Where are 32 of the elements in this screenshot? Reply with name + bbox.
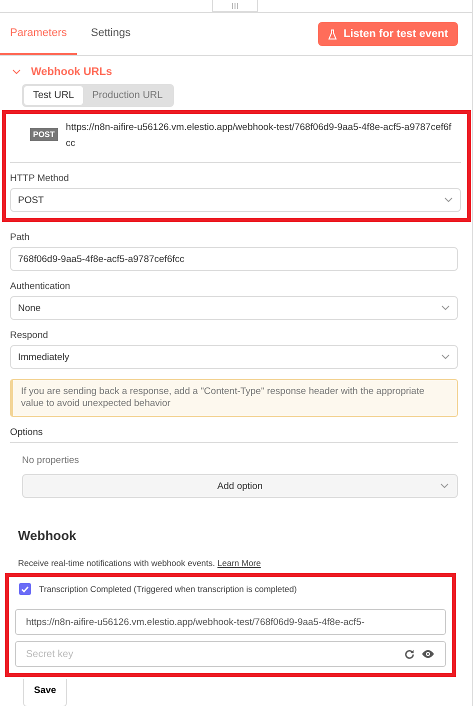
field-label: Respond — [10, 330, 50, 341]
field-label: Path — [10, 232, 31, 243]
chevron-down-icon — [441, 305, 450, 311]
learn-more-link[interactable]: Learn More — [217, 558, 261, 568]
chevron-down-icon — [440, 483, 449, 489]
notice: If you are sending back a response, add a "Content-Type" response header with the appropriate value to avoid unexpected behavior — [10, 379, 458, 417]
url-field[interactable]: https://n8n-aifire-u56126.vm.elestio.app/webhook-test/768f06d9-9aa5-4f8e-acf5- — [15, 609, 446, 635]
select-field[interactable]: Immediately — [10, 345, 458, 369]
refresh-icon[interactable] — [404, 648, 415, 660]
checkbox[interactable] — [19, 583, 31, 595]
url-tab[interactable]: Test URL — [24, 86, 84, 105]
flask-icon — [328, 28, 338, 40]
chevron-icon — [12, 69, 21, 75]
method-badge: POST — [30, 128, 58, 141]
webhook-description: Receive real-time notifications with webhook events. Learn More — [18, 558, 262, 568]
field-label: Authentication — [10, 281, 72, 292]
chevron-down-icon — [444, 197, 453, 203]
eye-icon[interactable] — [421, 649, 435, 659]
select-field[interactable]: POST — [10, 188, 461, 212]
input-field[interactable]: 768f06d9-9aa5-4f8e-acf5-a9787cef6fcc — [10, 247, 458, 271]
add-option-button[interactable]: Add option — [22, 474, 458, 498]
options-label: Options — [10, 427, 458, 443]
tab[interactable]: Settings — [80, 13, 141, 55]
field-label: HTTP Method — [10, 173, 70, 184]
drag-handle-icon[interactable] — [231, 2, 239, 8]
event-label: Transcription Completed (Triggered when transcription is completed) — [39, 584, 297, 594]
select-field[interactable]: None — [10, 296, 458, 320]
save-button[interactable]: Save — [23, 679, 68, 706]
chevron-down-icon — [441, 354, 450, 360]
webhook-title: Webhook — [18, 528, 78, 543]
empty-text: No properties — [21, 454, 80, 466]
webhook-url: https://n8n-aifire-u56126.vm.elestio.app/webhook-test/768f06d9-9aa5-4f8e-acf5-a9787cef6fcc — [66, 121, 452, 151]
